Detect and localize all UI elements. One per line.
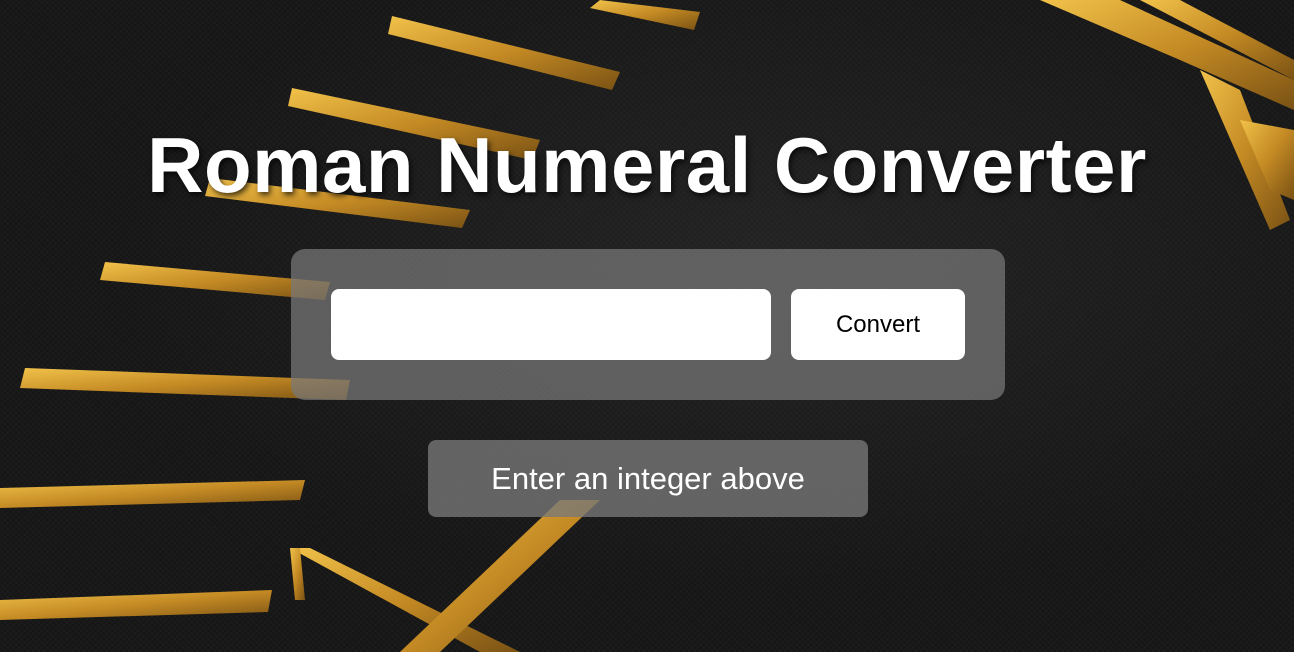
converter-form: Convert [291, 249, 1005, 400]
output-message: Enter an integer above [428, 440, 868, 517]
number-input[interactable] [331, 289, 771, 360]
page-title: Roman Numeral Converter [147, 121, 1147, 209]
convert-button[interactable]: Convert [791, 289, 965, 360]
